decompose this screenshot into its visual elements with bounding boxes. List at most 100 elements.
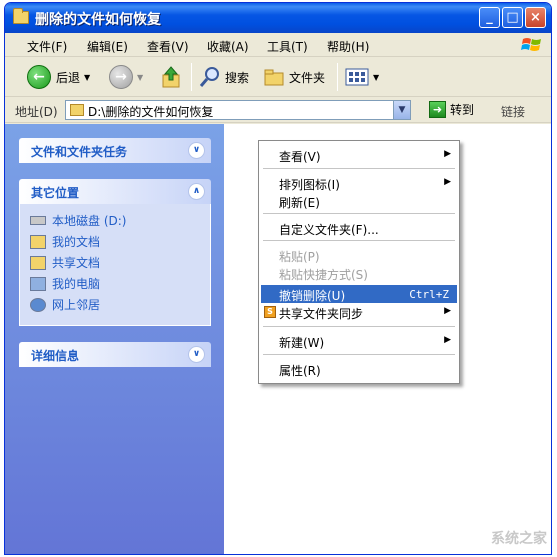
documents-folder-icon [30,234,46,249]
network-globe-icon [30,297,46,312]
ctx-separator [263,213,455,214]
search-button[interactable]: 搜索 [199,65,249,89]
ctx-new[interactable]: 新建(W) ▶ [261,332,457,350]
folders-button[interactable]: 文件夹 [263,65,325,89]
place-label: 共享文档 [52,256,101,270]
back-button[interactable]: ← 后退 ▼ [27,65,90,89]
place-label: 我的电脑 [52,277,101,291]
other-places-body: 本地磁盘 (D:) 我的文档 共享文档 我的电脑 网上邻居 [19,204,211,326]
ctx-undo-shortcut: Ctrl+Z [409,288,449,301]
minimize-button[interactable]: _ [479,7,500,28]
ctx-undo-delete[interactable]: 撤销删除(U) Ctrl+Z [261,285,457,303]
folder-icon [70,104,84,116]
links-button[interactable]: 链接 [501,103,525,120]
go-arrow-icon: ➜ [429,101,446,118]
ctx-paste-shortcut-label: 粘贴快捷方式(S) [279,268,368,282]
ctx-refresh[interactable]: 刷新(E) [261,192,457,210]
ctx-separator [263,240,455,241]
ctx-sync-label: 共享文件夹同步 [279,307,364,321]
submenu-arrow-icon: ▶ [444,306,451,316]
submenu-arrow-icon: ▶ [444,149,451,159]
ctx-separator [263,354,455,355]
watermark: 系统之家 [491,531,547,547]
chevron-down-icon[interactable]: ∨ [188,346,205,363]
menu-file[interactable]: 文件(F) [27,38,67,55]
up-folder-button[interactable] [161,65,183,89]
ctx-view-label: 查看(V) [279,150,321,164]
submenu-arrow-icon: ▶ [444,335,451,345]
chevron-down-icon[interactable]: ∨ [188,142,205,159]
other-places-header[interactable]: 其它位置 ∧ [19,179,211,204]
up-folder-icon [162,66,180,88]
menu-favorites[interactable]: 收藏(A) [207,38,249,55]
ctx-customize[interactable]: 自定义文件夹(F)... [261,219,457,237]
ctx-properties-label: 属性(R) [279,364,321,378]
chevron-down-icon[interactable]: ▼ [393,101,410,119]
ctx-paste-shortcut: 粘贴快捷方式(S) [261,264,457,282]
ctx-paste: 粘贴(P) [261,246,457,264]
chevron-down-icon[interactable]: ▼ [373,73,379,82]
sync-icon: S [264,306,276,318]
address-value: D:\删除的文件如何恢复 [88,105,214,119]
back-label: 后退 [56,70,81,85]
context-menu: 查看(V) ▶ 排列图标(I) ▶ 刷新(E) 自定义文件夹(F)... 粘贴(… [258,140,460,384]
close-button[interactable]: × [525,7,546,28]
go-button[interactable]: ➜ 转到 [429,101,474,118]
menu-edit[interactable]: 编辑(E) [87,38,128,55]
toolbar-separator [191,63,192,91]
details-panel-header[interactable]: 详细信息 ∨ [19,342,211,367]
submenu-arrow-icon: ▶ [444,177,451,187]
tasks-panel-title: 文件和文件夹任务 [31,145,128,159]
back-arrow-icon: ← [27,65,51,89]
ctx-paste-label: 粘贴(P) [279,250,320,264]
menu-tools[interactable]: 工具(T) [267,38,308,55]
address-input[interactable]: D:\删除的文件如何恢复 ▼ [65,100,411,120]
maximize-button[interactable]: □ [502,7,523,28]
place-network[interactable]: 网上邻居 [30,296,100,313]
ctx-properties[interactable]: 属性(R) [261,360,457,378]
other-places-title: 其它位置 [31,186,80,200]
chevron-down-icon[interactable]: ▼ [84,73,90,82]
menu-help[interactable]: 帮助(H) [327,38,369,55]
chevron-down-icon[interactable]: ▼ [137,73,143,82]
ctx-separator [263,168,455,169]
folder-icon [13,8,29,24]
ctx-undo-delete-label: 撤销删除(U) [279,289,346,303]
details-panel-title: 详细信息 [31,349,80,363]
chevron-up-icon[interactable]: ∧ [188,183,205,200]
ctx-sync[interactable]: S 共享文件夹同步 ▶ [261,303,457,321]
ctx-customize-label: 自定义文件夹(F)... [279,223,379,237]
views-button[interactable]: ▼ [345,65,379,89]
search-label: 搜索 [225,70,250,85]
computer-icon [30,276,46,291]
ctx-view[interactable]: 查看(V) ▶ [261,146,457,164]
folders-icon [264,69,284,86]
place-local-disk[interactable]: 本地磁盘 (D:) [30,212,126,229]
menu-view[interactable]: 查看(V) [147,38,189,55]
place-shared-documents[interactable]: 共享文档 [30,254,100,271]
forward-arrow-icon: → [109,65,133,89]
search-icon [199,67,219,87]
disk-icon [30,216,46,225]
ctx-refresh-label: 刷新(E) [279,196,320,210]
ctx-arrange[interactable]: 排列图标(I) ▶ [261,174,457,192]
place-my-computer[interactable]: 我的电脑 [30,275,100,292]
tasks-panel-header[interactable]: 文件和文件夹任务 ∨ [19,138,211,163]
toolbar: ← 后退 ▼ → ▼ 搜索 文件夹 ▼ [5,57,551,97]
place-my-documents[interactable]: 我的文档 [30,233,100,250]
task-pane: 文件和文件夹任务 ∨ 其它位置 ∧ 本地磁盘 (D:) 我的文档 共享文档 我的… [5,124,224,554]
title-bar[interactable]: 删除的文件如何恢复 _ □ × [5,3,551,33]
folders-label: 文件夹 [289,70,326,85]
place-label: 本地磁盘 (D:) [52,214,127,228]
windows-logo-icon [521,38,541,51]
place-label: 我的文档 [52,235,101,249]
address-label: 地址(D) [15,105,58,119]
views-grid-icon [345,68,369,86]
ctx-arrange-label: 排列图标(I) [279,178,340,192]
ctx-new-label: 新建(W) [279,336,325,350]
ctx-separator [263,326,455,327]
shared-folder-icon [30,255,46,270]
toolbar-separator [337,63,338,91]
place-label: 网上邻居 [52,298,101,312]
forward-button[interactable]: → ▼ [109,65,143,89]
